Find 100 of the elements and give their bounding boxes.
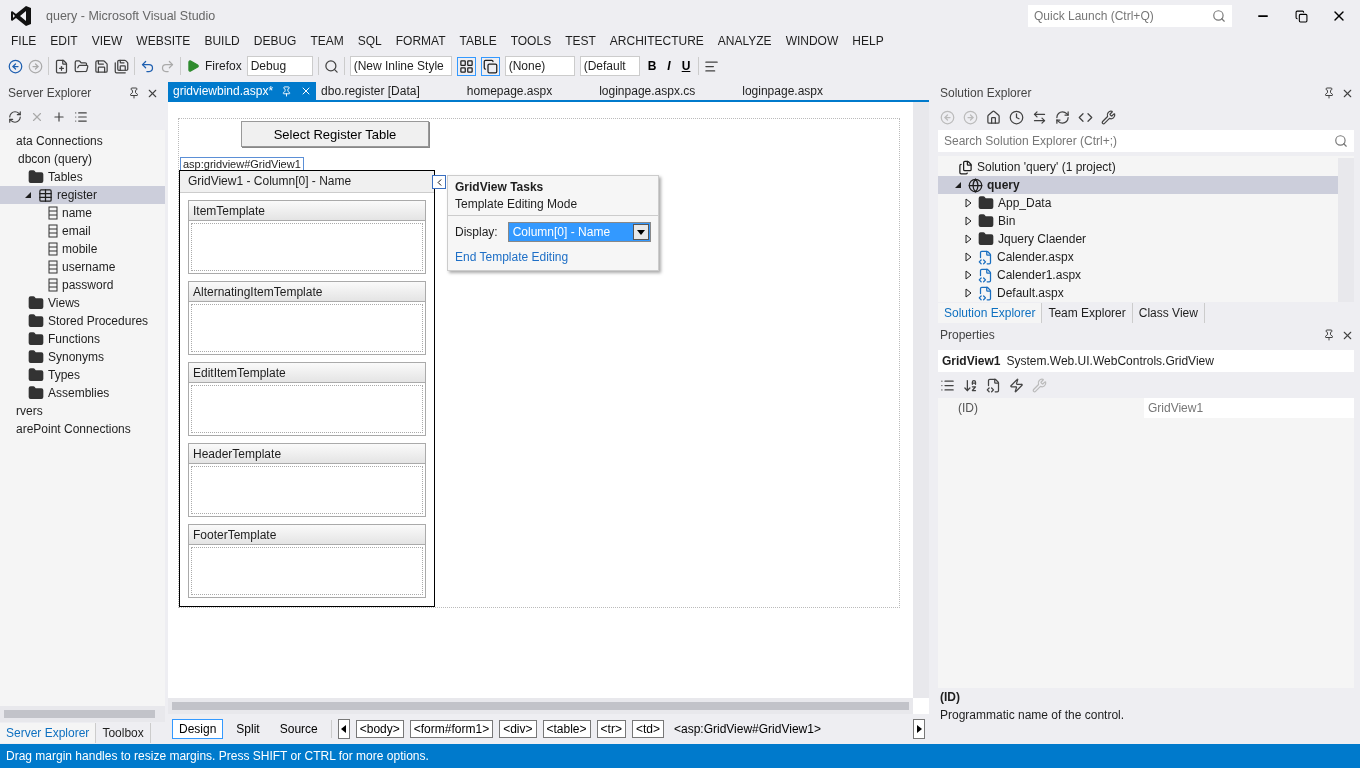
select-register-button[interactable]: Select Register Table [241, 121, 429, 147]
tree-item[interactable]: Types [0, 366, 165, 384]
home-icon[interactable] [986, 109, 1001, 125]
tree-item[interactable]: query [938, 176, 1338, 194]
menu-item[interactable]: ARCHITECTURE [602, 34, 711, 48]
panel-tab[interactable]: Solution Explorer [938, 303, 1043, 323]
pin-icon[interactable] [1323, 329, 1335, 341]
quick-launch-field[interactable]: Quick Launch (Ctrl+Q) [1028, 5, 1232, 27]
font-dropdown[interactable]: (Default [579, 56, 640, 76]
document-tab[interactable]: loginpage.aspx.cs [594, 82, 700, 100]
tree-item[interactable]: arePoint Connections [0, 420, 165, 438]
scrollbar[interactable] [913, 102, 929, 698]
scrollbar[interactable] [1338, 158, 1354, 302]
tree-item[interactable]: mobile [0, 240, 165, 258]
search-icon[interactable] [323, 58, 339, 74]
tree-item[interactable]: dbcon (query) [0, 150, 165, 168]
tree-item[interactable]: Calender.aspx [938, 248, 1338, 266]
tree-item[interactable]: Jquery Claender [938, 230, 1338, 248]
grid-icon[interactable] [458, 58, 474, 74]
overlap-icon[interactable] [482, 58, 498, 74]
document-tab[interactable]: dbo.register [Data] [316, 82, 424, 100]
tree-item[interactable]: Assemblies [0, 384, 165, 402]
refresh-icon[interactable] [8, 110, 22, 124]
list-icon[interactable] [74, 110, 88, 124]
browser-button[interactable]: Firefox [205, 59, 242, 73]
menu-item[interactable]: VIEW [84, 34, 130, 48]
view-tab[interactable]: Source [272, 719, 325, 739]
collapsed-arrow-icon[interactable] [962, 215, 974, 227]
menu-item[interactable]: BUILD [197, 34, 247, 48]
tree-item[interactable]: App_Data [938, 194, 1338, 212]
menu-item[interactable]: DEBUG [246, 34, 304, 48]
collapsed-arrow-icon[interactable] [962, 287, 974, 299]
view-tab[interactable]: Split [229, 719, 267, 739]
configuration-dropdown[interactable]: Debug [246, 56, 313, 76]
align-icon[interactable] [704, 58, 720, 74]
scroll-left-button[interactable] [337, 719, 350, 739]
tree-item[interactable]: Calender1.aspx [938, 266, 1338, 284]
end-editing-link[interactable]: End Template Editing [455, 250, 651, 264]
play-icon[interactable] [186, 59, 200, 73]
menu-item[interactable]: EDIT [43, 34, 85, 48]
search-field[interactable]: Search Solution Explorer (Ctrl+;) [938, 130, 1354, 152]
collapsed-arrow-icon[interactable] [962, 251, 974, 263]
refresh-icon[interactable] [1055, 109, 1070, 125]
tree-item[interactable]: rvers [0, 402, 165, 420]
tree-item[interactable]: ata Connections [0, 132, 165, 150]
object-selector[interactable]: GridView1 System.Web.UI.WebControls.GridView [938, 350, 1354, 372]
menu-item[interactable]: FORMAT [388, 34, 453, 48]
menu-item[interactable]: ANALYZE [710, 34, 779, 48]
menu-item[interactable]: TEST [558, 34, 603, 48]
panel-tab[interactable]: Class View [1132, 303, 1205, 323]
panel-tab[interactable]: Team Explorer [1042, 303, 1133, 323]
save-icon[interactable] [94, 58, 109, 74]
tag-breadcrumb[interactable]: <body> [355, 720, 404, 738]
tag-breadcrumb[interactable]: <div> [499, 720, 537, 738]
scroll-right-button[interactable] [913, 719, 925, 739]
tree-item[interactable]: Stored Procedures [0, 312, 165, 330]
scrollbar[interactable] [168, 698, 913, 714]
document-tab[interactable]: loginpage.aspx [737, 82, 827, 100]
tree-item[interactable]: password [0, 276, 165, 294]
events-icon[interactable] [1009, 377, 1024, 393]
sort-icon[interactable] [963, 377, 978, 393]
tag-breadcrumb[interactable]: <table> [542, 720, 591, 738]
target-dropdown[interactable]: (None) [504, 56, 575, 76]
add-connection-icon[interactable] [52, 110, 66, 124]
menu-item[interactable]: WEBSITE [129, 34, 198, 48]
panel-tab[interactable]: Server Explorer [0, 723, 97, 743]
tree-item[interactable]: email [0, 222, 165, 240]
menu-item[interactable]: TEAM [303, 34, 351, 48]
format-button[interactable]: B [644, 59, 660, 73]
collapsed-arrow-icon[interactable] [962, 269, 974, 281]
property-value[interactable]: GridView1 [1144, 398, 1354, 418]
save-all-icon[interactable] [114, 58, 129, 74]
sync-icon[interactable] [1032, 109, 1047, 125]
tree-item[interactable]: Default.aspx [938, 284, 1338, 302]
menu-item[interactable]: TOOLS [503, 34, 559, 48]
scrollbar[interactable] [0, 706, 165, 722]
wrench-icon[interactable] [1101, 109, 1116, 125]
style-dropdown[interactable]: (New Inline Style [349, 56, 452, 76]
document-tab[interactable]: homepage.aspx [461, 82, 557, 100]
pin-icon[interactable] [128, 87, 140, 99]
undo-icon[interactable] [140, 58, 155, 74]
tag-breadcrumb[interactable]: <form#form1> [409, 720, 494, 738]
clock-icon[interactable] [1009, 109, 1024, 125]
collapsed-arrow-icon[interactable] [962, 233, 974, 245]
document-tab[interactable]: gridviewbind.aspx* [168, 82, 317, 100]
tree-item[interactable]: name [0, 204, 165, 222]
tag-breadcrumb[interactable]: <tr> [596, 720, 626, 738]
tree-item[interactable]: username [0, 258, 165, 276]
pin-icon[interactable] [1323, 87, 1335, 99]
new-file-icon[interactable] [54, 58, 69, 74]
format-button[interactable]: I [664, 59, 674, 73]
view-tab[interactable]: Design [172, 719, 224, 739]
menu-item[interactable]: SQL [350, 34, 389, 48]
tree-item[interactable]: Views [0, 294, 165, 312]
categorized-icon[interactable] [940, 377, 955, 393]
tree-item[interactable]: register [0, 186, 165, 204]
back-icon[interactable] [8, 58, 23, 74]
menu-item[interactable]: FILE [4, 34, 44, 48]
smart-tag-button[interactable] [432, 175, 446, 189]
tree-item[interactable]: Bin [938, 212, 1338, 230]
